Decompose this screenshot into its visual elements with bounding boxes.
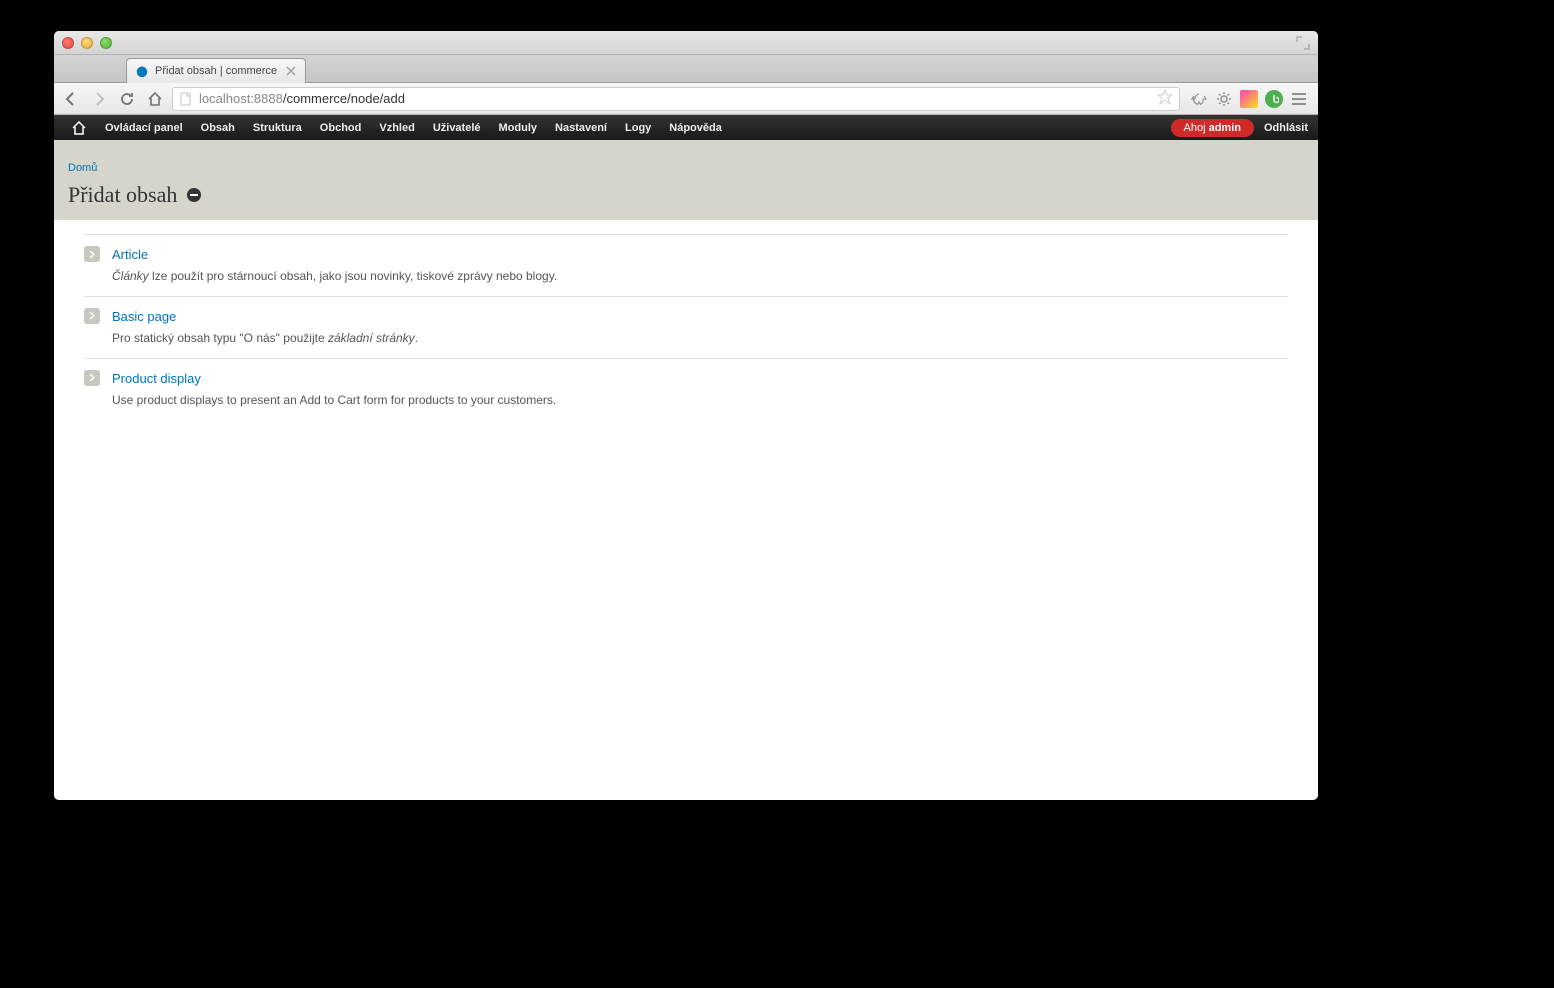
node-type-basic-page-desc: Pro statický obsah typu "O nás" použijte… [112, 330, 1288, 347]
recycle-icon[interactable] [1190, 90, 1208, 108]
logout-link[interactable]: Odhlásit [1264, 122, 1308, 134]
adblock-icon[interactable] [1265, 90, 1283, 108]
node-type-row: Basic page Pro statický obsah typu "O ná… [84, 296, 1288, 358]
extension-color-icon[interactable] [1240, 90, 1258, 108]
browser-tab-active[interactable]: Přidat obsah | commerce [126, 58, 306, 83]
node-type-row: Product display Use product displays to … [84, 358, 1288, 420]
shortcut-toggle-icon[interactable] [187, 188, 201, 202]
tab-close-button[interactable] [285, 65, 297, 77]
settings-gear-icon[interactable] [1215, 90, 1233, 108]
admin-toolbar: Ovládací panel Obsah Struktura Obchod Vz… [54, 115, 1318, 140]
hamburger-menu-icon[interactable] [1290, 90, 1308, 108]
address-bar[interactable]: localhost:8888/commerce/node/add [172, 87, 1180, 111]
page-title: Přidat obsah [68, 182, 177, 208]
content-region: Article Články lze použít pro stárnoucí … [54, 220, 1318, 433]
tab-strip: Přidat obsah | commerce [54, 55, 1318, 83]
node-type-basic-page-link[interactable]: Basic page [112, 309, 176, 324]
menu-store[interactable]: Obchod [311, 115, 371, 140]
url-path: /commerce/node/add [283, 91, 405, 106]
browser-window: Přidat obsah | commerce [54, 31, 1318, 800]
menu-modules[interactable]: Moduly [490, 115, 547, 140]
hello-prefix: Ahoj [1184, 122, 1209, 134]
minimize-window-button[interactable] [81, 37, 93, 49]
node-type-row: Article Články lze použít pro stárnoucí … [84, 234, 1288, 296]
node-type-product-display-desc: Use product displays to present an Add t… [112, 392, 1288, 409]
chevron-right-icon [84, 370, 100, 386]
menu-people[interactable]: Uživatelé [424, 115, 490, 140]
toolbar-home-icon[interactable] [62, 121, 96, 135]
zoom-window-button[interactable] [100, 37, 112, 49]
node-type-product-display-link[interactable]: Product display [112, 371, 201, 386]
menu-configuration[interactable]: Nastavení [546, 115, 616, 140]
chevron-right-icon [84, 246, 100, 262]
node-type-article-link[interactable]: Article [112, 247, 148, 262]
reload-button[interactable] [116, 88, 138, 110]
menu-dashboard[interactable]: Ovládací panel [96, 115, 192, 140]
menu-content[interactable]: Obsah [192, 115, 244, 140]
window-titlebar [54, 31, 1318, 55]
fullscreen-icon[interactable] [1296, 36, 1310, 50]
chevron-right-icon [84, 308, 100, 324]
tab-title: Přidat obsah | commerce [155, 65, 277, 77]
menu-reports[interactable]: Logy [616, 115, 660, 140]
menu-appearance[interactable]: Vzhled [370, 115, 423, 140]
back-button[interactable] [60, 88, 82, 110]
node-type-article-desc: Články lze použít pro stárnoucí obsah, j… [112, 268, 1288, 285]
home-button[interactable] [144, 88, 166, 110]
menu-help[interactable]: Nápověda [660, 115, 731, 140]
close-window-button[interactable] [62, 37, 74, 49]
menu-structure[interactable]: Struktura [244, 115, 311, 140]
user-greeting-pill[interactable]: Ahoj admin [1171, 119, 1254, 137]
forward-button[interactable] [88, 88, 110, 110]
url-toolbar: localhost:8888/commerce/node/add [54, 83, 1318, 115]
hello-username: admin [1209, 122, 1241, 134]
drupal-favicon [135, 64, 149, 78]
page-header: Domů Přidat obsah [54, 140, 1318, 220]
url-port: :8888 [250, 91, 283, 106]
page-icon [179, 92, 193, 106]
breadcrumb-home[interactable]: Domů [68, 162, 97, 174]
url-host: localhost [199, 91, 250, 106]
page-viewport: Ovládací panel Obsah Struktura Obchod Vz… [54, 115, 1318, 800]
bookmark-star-icon[interactable] [1157, 89, 1173, 108]
